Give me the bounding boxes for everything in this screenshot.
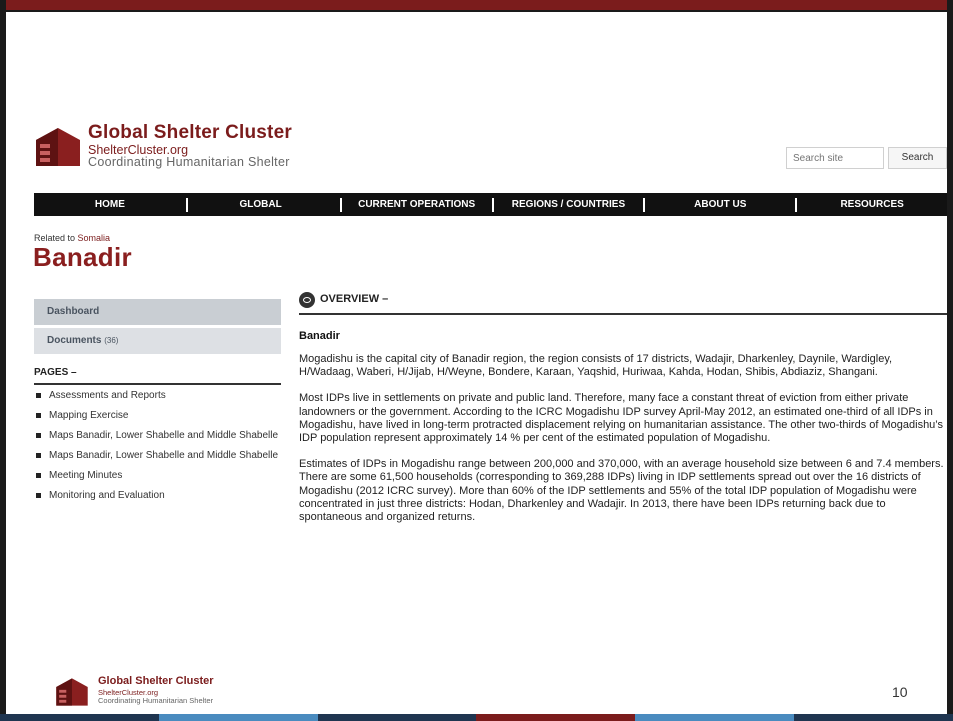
bottom-bar-segment — [158, 714, 318, 721]
nav-current-operations[interactable]: CURRENT OPERATIONS — [342, 193, 492, 216]
main-nav: HOME GLOBAL CURRENT OPERATIONS REGIONS /… — [34, 193, 947, 216]
overview-subheading: Banadir — [299, 330, 340, 342]
page-number: 10 — [892, 684, 908, 700]
overview-title: OVERVIEW – — [320, 293, 389, 305]
overview-header[interactable]: OVERVIEW – — [299, 291, 947, 315]
shelter-logo-icon — [56, 678, 88, 706]
sidebar-documents-count: (36) — [104, 336, 119, 345]
footer-logo-title: Global Shelter Cluster — [98, 675, 214, 687]
page-link[interactable]: Mapping Exercise — [34, 410, 281, 422]
bottom-bar-segment — [317, 714, 477, 721]
footer-logo-subtitle: Coordinating Humanitarian Shelter — [98, 696, 214, 705]
eye-icon — [299, 292, 315, 308]
overview-body: Mogadishu is the capital city of Banadir… — [299, 353, 947, 564]
bottom-bar-segment — [476, 714, 636, 721]
pages-heading: PAGES – — [34, 367, 281, 385]
search-input[interactable] — [786, 147, 884, 169]
nav-home[interactable]: HOME — [34, 193, 186, 216]
slide-left-border — [0, 0, 6, 721]
page-link[interactable]: Assessments and Reports — [34, 390, 281, 402]
footer-logo: Global Shelter Cluster ShelterCluster.or… — [54, 674, 274, 708]
overview-paragraph: Most IDPs live in settlements on private… — [299, 392, 944, 445]
sidebar-documents[interactable]: Documents (36) — [34, 328, 281, 354]
nav-resources[interactable]: RESOURCES — [797, 193, 947, 216]
overview-paragraph: Mogadishu is the capital city of Banadir… — [299, 353, 893, 379]
overview-paragraph: Estimates of IDPs in Mogadishu range bet… — [299, 458, 944, 524]
nav-global[interactable]: GLOBAL — [188, 193, 340, 216]
page-link[interactable]: Maps Banadir, Lower Shabelle and Middle … — [34, 450, 281, 462]
site-logo[interactable]: Global Shelter Cluster ShelterCluster.or… — [34, 122, 296, 170]
shelter-logo-icon — [36, 128, 80, 166]
page-link[interactable]: Maps Banadir, Lower Shabelle and Middle … — [34, 430, 281, 442]
slide-right-border — [947, 0, 953, 721]
slide-bottom-bar — [0, 714, 953, 721]
logo-title: Global Shelter Cluster — [88, 122, 292, 143]
search-button[interactable]: Search — [888, 147, 947, 169]
bottom-bar-segment — [635, 714, 795, 721]
slide-top-bar — [0, 0, 953, 12]
nav-about-us[interactable]: ABOUT US — [645, 193, 795, 216]
bottom-bar-segment — [794, 714, 953, 721]
page-link[interactable]: Meeting Minutes — [34, 470, 281, 482]
sidebar-dashboard[interactable]: Dashboard — [34, 299, 281, 325]
logo-subtitle: Coordinating Humanitarian Shelter — [88, 155, 290, 169]
nav-regions-countries[interactable]: REGIONS / COUNTRIES — [494, 193, 644, 216]
page-title: Banadir — [33, 242, 132, 272]
sidebar-documents-label: Documents — [47, 335, 102, 346]
page-link[interactable]: Monitoring and Evaluation — [34, 490, 281, 502]
bottom-bar-segment — [0, 714, 159, 721]
pages-list: Assessments and Reports Mapping Exercise… — [34, 390, 281, 510]
